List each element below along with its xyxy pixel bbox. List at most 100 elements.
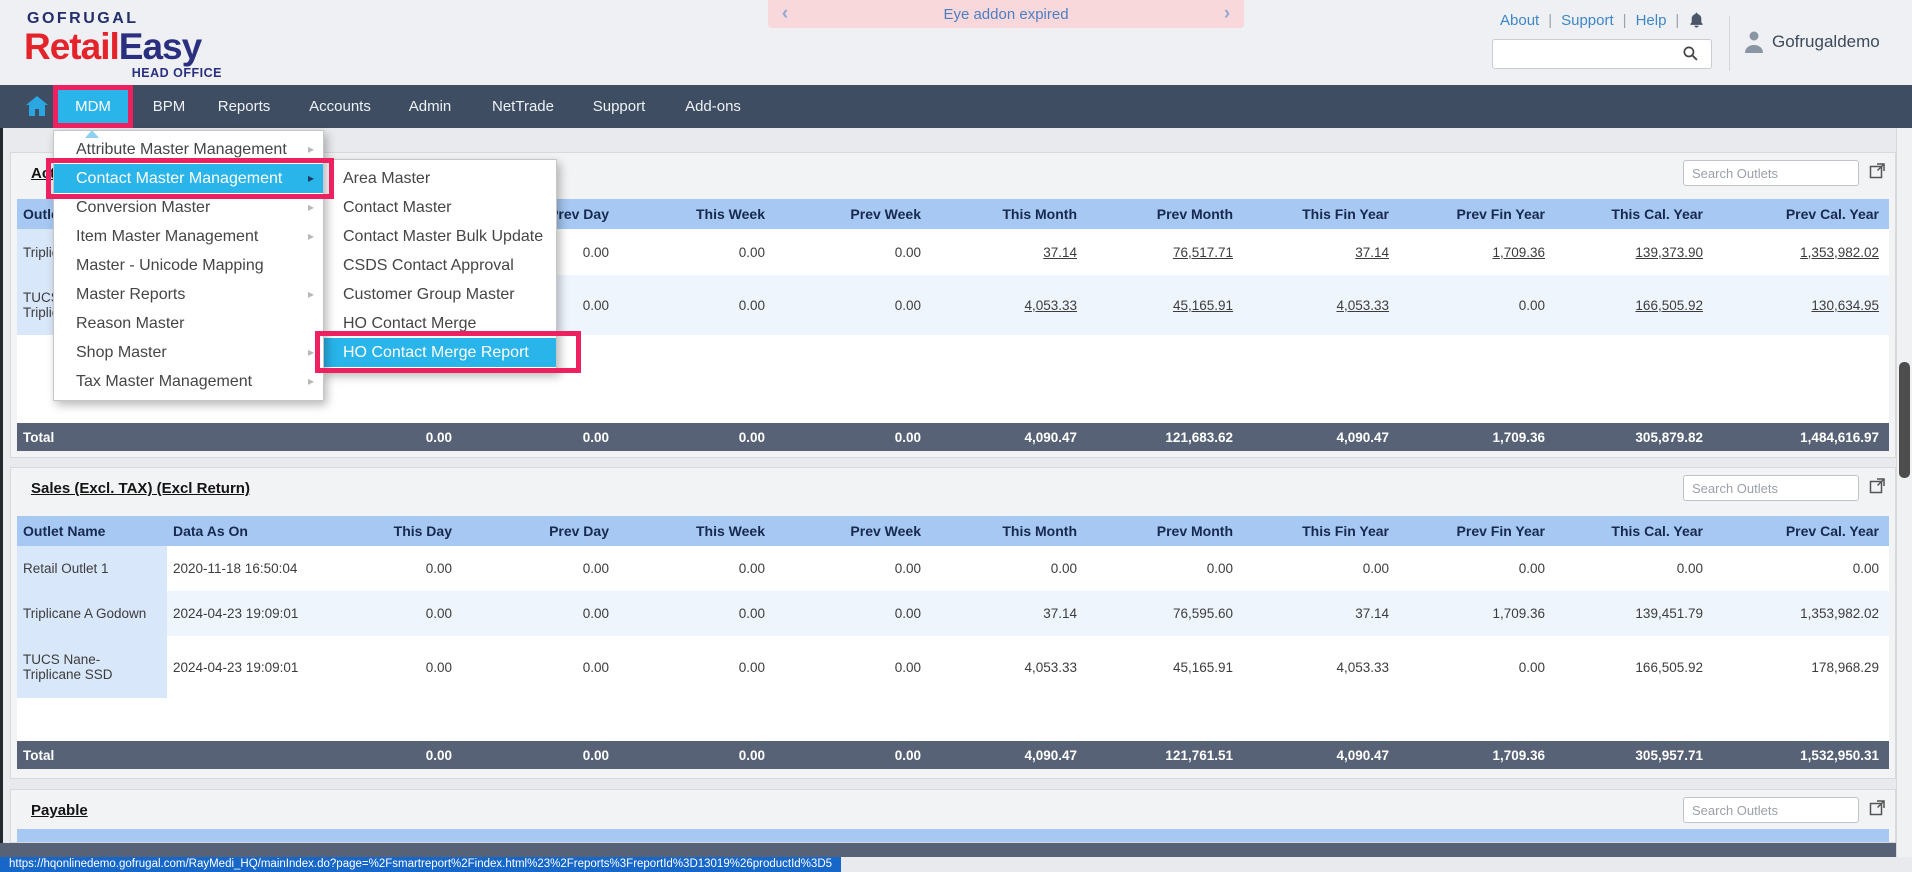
nav-item-bpm[interactable]: BPM bbox=[153, 85, 186, 128]
total-cell: 0.00 bbox=[775, 423, 931, 451]
date-cell: 2024-04-23 19:09:01 bbox=[167, 591, 329, 636]
home-icon[interactable] bbox=[26, 96, 48, 116]
drilldown-link[interactable]: 76,517.71 bbox=[1087, 229, 1243, 275]
expand-icon[interactable] bbox=[1869, 163, 1885, 179]
drilldown-link[interactable]: 1,709.36 bbox=[1399, 229, 1555, 275]
separator: | bbox=[1622, 11, 1627, 29]
section-2-card: Sales (Excl. TAX) (Excl Return) Outlet N… bbox=[10, 467, 1896, 779]
submenu-item-csds-contact-approval[interactable]: CSDS Contact Approval bbox=[323, 251, 556, 280]
help-link[interactable]: Help bbox=[1636, 12, 1667, 29]
cell: 0.00 bbox=[1206, 561, 1233, 576]
nav-item-nettrade[interactable]: NetTrade bbox=[492, 85, 554, 128]
about-link[interactable]: About bbox=[1500, 12, 1539, 29]
total-cell: 0.00 bbox=[775, 741, 931, 769]
section-2-title[interactable]: Sales (Excl. TAX) (Excl Return) bbox=[31, 480, 250, 497]
submenu-item-customer-group-master[interactable]: Customer Group Master bbox=[323, 280, 556, 309]
menu-item-contact-master-management[interactable]: Contact Master Management ▸ bbox=[54, 164, 323, 193]
product-logo[interactable]: RetailEasy bbox=[24, 26, 202, 68]
section-1-title[interactable]: Act bbox=[31, 165, 55, 182]
nav-item-addons[interactable]: Add-ons bbox=[685, 85, 741, 128]
submenu-item-contact-master-bulk-update[interactable]: Contact Master Bulk Update bbox=[323, 222, 556, 251]
section-1-search-input[interactable] bbox=[1683, 160, 1859, 186]
col-this-cal-year: This Cal. Year bbox=[1555, 516, 1713, 546]
col-prev-month: Prev Month bbox=[1087, 516, 1243, 546]
col-prev-week: Prev Week bbox=[775, 516, 931, 546]
col-this-day: This Day bbox=[329, 516, 462, 546]
drilldown-link[interactable]: 166,505.92 bbox=[1555, 275, 1713, 335]
drilldown-link[interactable]: 45,165.91 bbox=[1087, 275, 1243, 335]
cell: 0.00 bbox=[894, 659, 921, 675]
cell: 139,451.79 bbox=[1555, 591, 1713, 636]
submenu-item-contact-master[interactable]: Contact Master bbox=[323, 193, 556, 222]
search-icon[interactable] bbox=[1682, 45, 1699, 62]
col-this-fin-year: This Fin Year bbox=[1243, 199, 1399, 229]
section-3-search-input[interactable] bbox=[1683, 797, 1859, 823]
outlet-name-cell: Triplicane A Godown bbox=[17, 591, 167, 636]
col-prev-cal-year: Prev Cal. Year bbox=[1713, 199, 1889, 229]
menu-item-master-reports[interactable]: Master Reports ▸ bbox=[54, 280, 323, 309]
bottom-dark-bar bbox=[0, 843, 1912, 857]
section-3-title[interactable]: Payable bbox=[31, 802, 88, 819]
submenu-item-ho-contact-merge[interactable]: HO Contact Merge bbox=[323, 309, 556, 338]
menu-item-master-unicode-mapping[interactable]: Master - Unicode Mapping bbox=[54, 251, 323, 280]
total-cell: 1,709.36 bbox=[1399, 423, 1555, 451]
menu-item-conversion-master[interactable]: Conversion Master ▸ bbox=[54, 193, 323, 222]
submenu-arrow-icon: ▸ bbox=[307, 374, 314, 388]
menu-caret bbox=[85, 130, 99, 138]
total-cell: 305,957.71 bbox=[1555, 741, 1713, 769]
table-row: Retail Outlet 1 2020-11-18 16:50:04 0.00… bbox=[17, 546, 1889, 591]
nav-item-accounts[interactable]: Accounts bbox=[309, 85, 371, 128]
drilldown-link[interactable]: 4,053.33 bbox=[931, 275, 1087, 335]
cell: 0.00 bbox=[425, 561, 452, 576]
drilldown-link[interactable]: 139,373.90 bbox=[1555, 229, 1713, 275]
vertical-scrollbar[interactable] bbox=[1896, 128, 1912, 857]
total-cell: 0.00 bbox=[462, 423, 619, 451]
cell: 0.00 bbox=[425, 659, 452, 675]
col-prev-month: Prev Month bbox=[1087, 199, 1243, 229]
user-avatar-icon bbox=[1742, 29, 1766, 55]
nav-item-admin[interactable]: Admin bbox=[409, 85, 452, 128]
logo-tagline: HEAD OFFICE bbox=[131, 66, 222, 80]
banner-next-icon[interactable]: › bbox=[1210, 3, 1244, 25]
cell: 0.00 bbox=[775, 275, 931, 335]
nav-item-mdm[interactable]: MDM bbox=[58, 90, 128, 123]
total-cell: 1,532,950.31 bbox=[1713, 741, 1889, 769]
support-link[interactable]: Support bbox=[1561, 12, 1614, 29]
nav-item-reports[interactable]: Reports bbox=[218, 85, 271, 128]
col-prev-cal-year: Prev Cal. Year bbox=[1713, 516, 1889, 546]
date-cell: 2020-11-18 16:50:04 bbox=[173, 561, 298, 576]
total-cell: 1,484,616.97 bbox=[1713, 423, 1889, 451]
scrollbar-thumb[interactable] bbox=[1899, 362, 1910, 478]
drilldown-link[interactable]: 37.14 bbox=[931, 229, 1087, 275]
drilldown-link[interactable]: 37.14 bbox=[1243, 229, 1399, 275]
submenu-arrow-icon: ▸ bbox=[307, 229, 314, 243]
expand-icon[interactable] bbox=[1869, 478, 1885, 494]
section-2-search-input[interactable] bbox=[1683, 475, 1859, 501]
menu-item-tax-master-management[interactable]: Tax Master Management ▸ bbox=[54, 367, 323, 396]
expand-icon[interactable] bbox=[1869, 800, 1885, 816]
drilldown-link[interactable]: 130,634.95 bbox=[1713, 275, 1889, 335]
bell-icon[interactable] bbox=[1688, 11, 1705, 29]
menu-item-shop-master[interactable]: Shop Master ▸ bbox=[54, 338, 323, 367]
nav-item-support[interactable]: Support bbox=[593, 85, 646, 128]
submenu-item-area-master[interactable]: Area Master bbox=[323, 164, 556, 193]
global-search-input[interactable] bbox=[1492, 39, 1712, 69]
top-header: GOFRUGAL RetailEasy HEAD OFFICE ‹ Eye ad… bbox=[0, 0, 1912, 85]
drilldown-link[interactable]: 4,053.33 bbox=[1243, 275, 1399, 335]
menu-item-item-master-management[interactable]: Item Master Management ▸ bbox=[54, 222, 323, 251]
section-3-card: Payable bbox=[10, 789, 1896, 843]
menu-item-attribute-master-management[interactable]: Attribute Master Management ▸ bbox=[54, 135, 323, 164]
cell: 0.00 bbox=[1399, 275, 1555, 335]
total-cell: 0.00 bbox=[462, 741, 619, 769]
menu-item-reason-master[interactable]: Reason Master bbox=[54, 309, 323, 338]
drilldown-link[interactable]: 1,353,982.02 bbox=[1713, 229, 1889, 275]
logo-retail: Retail bbox=[24, 26, 120, 67]
cell: 76,595.60 bbox=[1087, 591, 1243, 636]
submenu-item-ho-contact-merge-report[interactable]: HO Contact Merge Report bbox=[323, 338, 556, 367]
table-row: Triplicane A Godown 2024-04-23 19:09:01 … bbox=[17, 591, 1889, 636]
total-cell: 305,879.82 bbox=[1555, 423, 1713, 451]
banner-prev-icon[interactable]: ‹ bbox=[768, 3, 802, 25]
cell: 0.00 bbox=[582, 561, 609, 576]
user-name[interactable]: Gofrugaldemo bbox=[1772, 32, 1880, 52]
table-header-row: Outlet Name Data As On This Day Prev Day… bbox=[17, 516, 1889, 546]
